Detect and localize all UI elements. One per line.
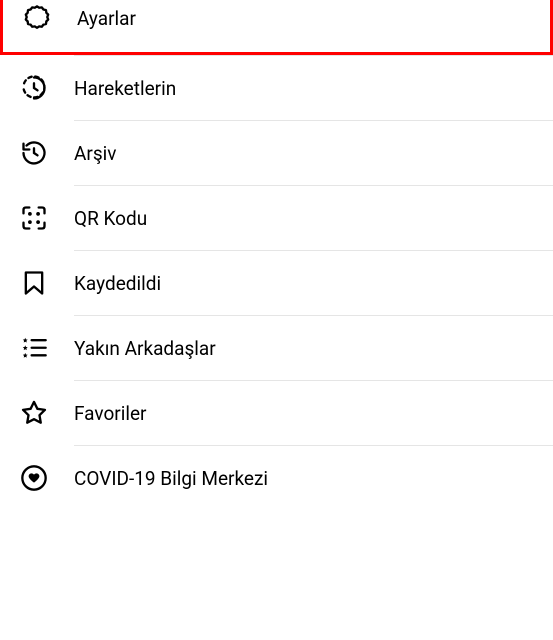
menu-item-label: Favoriler [74, 402, 146, 425]
profile-menu-list: Ayarlar Hareketlerin Arşiv [0, 0, 553, 510]
bookmark-icon [20, 269, 48, 297]
menu-item-label: Ayarlar [77, 7, 136, 30]
close-friends-icon [20, 334, 48, 362]
activity-icon [20, 74, 48, 102]
star-icon [20, 399, 48, 427]
menu-item-covid-info[interactable]: COVID-19 Bilgi Merkezi [0, 446, 553, 510]
menu-item-archive[interactable]: Arşiv [0, 121, 553, 185]
menu-item-label: Yakın Arkadaşlar [74, 337, 216, 360]
menu-item-close-friends[interactable]: Yakın Arkadaşlar [0, 316, 553, 380]
settings-icon [23, 4, 51, 32]
menu-item-settings[interactable]: Ayarlar [3, 0, 550, 52]
menu-item-favorites[interactable]: Favoriler [0, 381, 553, 445]
qrcode-icon [20, 204, 48, 232]
covid-heart-icon [20, 464, 48, 492]
menu-item-saved[interactable]: Kaydedildi [0, 251, 553, 315]
menu-item-label: Kaydedildi [74, 272, 161, 295]
menu-item-label: Hareketlerin [74, 77, 176, 100]
archive-icon [20, 139, 48, 167]
menu-item-label: Arşiv [74, 142, 116, 165]
menu-item-activity[interactable]: Hareketlerin [0, 56, 553, 120]
menu-item-qrcode[interactable]: QR Kodu [0, 186, 553, 250]
menu-item-label: QR Kodu [74, 207, 147, 230]
highlighted-row: Ayarlar [0, 0, 553, 55]
menu-item-label: COVID-19 Bilgi Merkezi [74, 467, 268, 490]
